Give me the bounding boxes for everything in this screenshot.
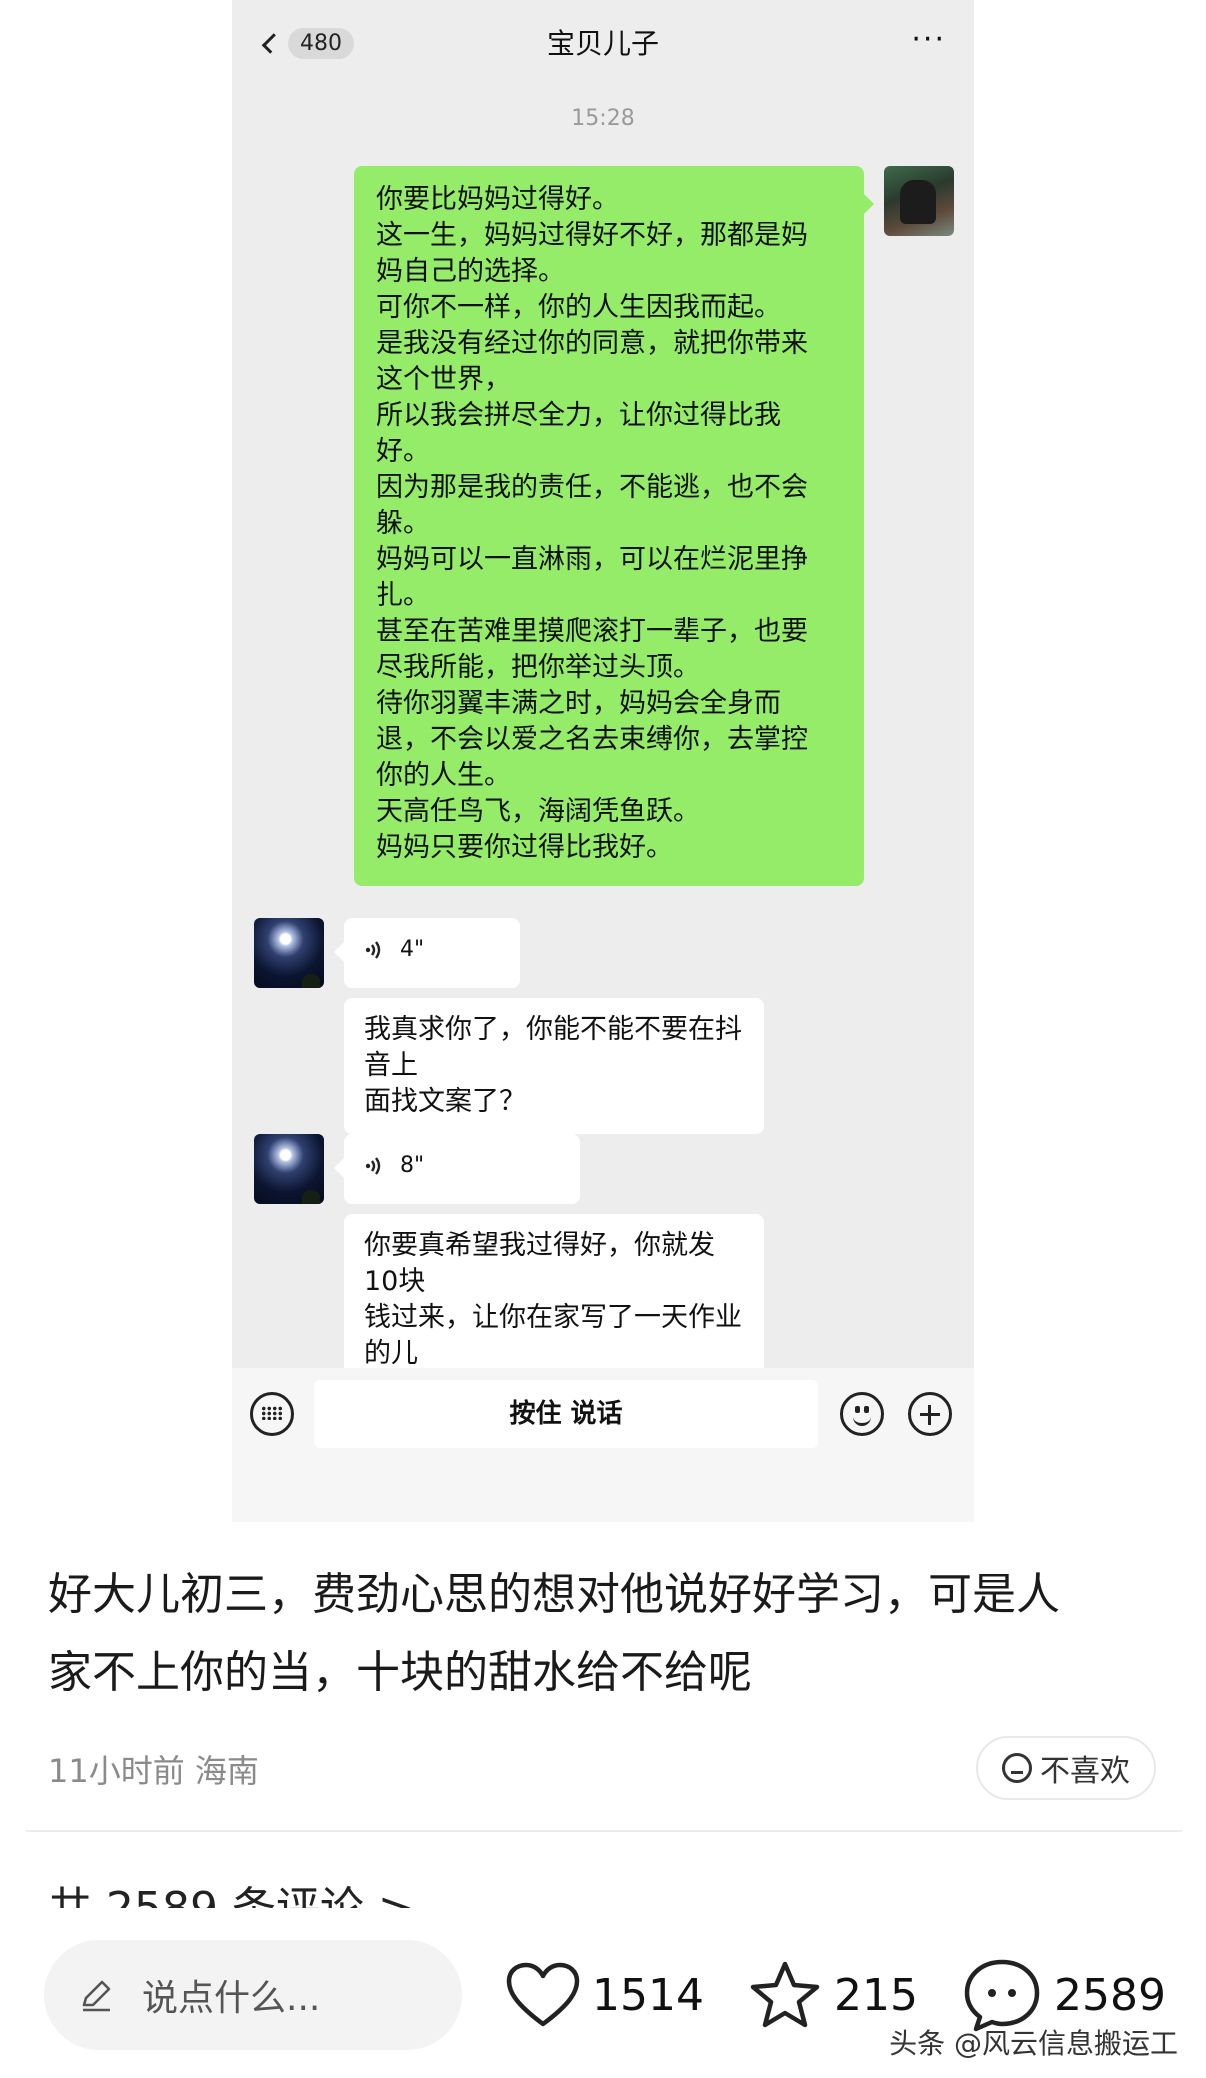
chat-header: 480 宝贝儿子 ··· (232, 0, 974, 82)
message-line: 天高任鸟飞，海阔凭鱼跃。 (376, 796, 700, 827)
comment-count: 2589 (1054, 1969, 1166, 2021)
message-line: 因为那是我的责任，不能逃，也不会 (376, 472, 808, 503)
voice-message-2[interactable]: 8" (334, 1134, 580, 1204)
comment-input[interactable]: 说点什么... (44, 1940, 462, 2050)
star-icon (750, 1961, 820, 2028)
hold-to-talk-button[interactable]: 按住 说话 (314, 1380, 818, 1448)
reply-bubble-1[interactable]: 我真求你了，你能不能不要在抖音上面找文案了？ (344, 998, 764, 1134)
voice-icon (365, 1157, 381, 1175)
voice-message-1[interactable]: 4" (334, 918, 520, 988)
message-line: 退，不会以爱之名去束缚你，去掌控 (376, 724, 808, 755)
mom-message-bubble[interactable]: 你要比妈妈过得好。这一生，妈妈过得好不好，那都是妈 妈自己的选择。可你不一样，你的… (354, 166, 874, 886)
chat-screenshot: 480 宝贝儿子 ··· 15:28 你要比妈妈过得好。这一生，妈妈过得好不好，… (232, 0, 974, 1522)
message-timestamp: 15:28 (571, 106, 635, 131)
keyboard-icon[interactable] (250, 1392, 294, 1436)
emoji-icon[interactable] (840, 1392, 884, 1436)
message-line: 我真求你了，你能不能不要在抖音上 (364, 1014, 742, 1081)
message-line: 面找文案了？ (364, 1086, 526, 1117)
heart-icon (506, 1962, 580, 2027)
pencil-icon (82, 1980, 111, 2012)
more-icon[interactable]: ··· (911, 22, 946, 57)
message-line: 这一生，妈妈过得好不好，那都是妈 (376, 220, 808, 251)
chat-input-bar: 按住 说话 (232, 1368, 974, 1522)
message-line: 是我没有经过你的同意，就把你带来 (376, 328, 808, 359)
message-line: 扎。 (376, 580, 430, 611)
message-line: 所以我会拼尽全力，让你过得比我 (376, 400, 781, 431)
message-line: 尽我所能，把你举过头顶。 (376, 652, 700, 683)
message-line: 你的人生。 (376, 760, 511, 791)
voice-duration: 8" (400, 1153, 425, 1178)
caption-line: 好大儿初三，费劲心思的想对他说好好学习，可是人 (48, 1569, 1060, 1620)
divider (26, 1830, 1182, 1832)
message-line: 妈自己的选择。 (376, 256, 565, 287)
dislike-button[interactable]: 不喜欢 (976, 1736, 1156, 1800)
message-line: 甚至在苦难里摸爬滚打一辈子，也要 (376, 616, 808, 647)
message-line: 妈妈可以一直淋雨，可以在烂泥里挣 (376, 544, 808, 575)
watermark: 头条 @风云信息搬运工 (889, 2027, 1178, 2060)
message-line: 妈妈只要你过得比我好。 (376, 832, 673, 863)
voice-duration: 4" (400, 937, 425, 962)
message-line: 钱过来，让你在家写了一天作业的儿 (364, 1302, 742, 1369)
message-line: 可你不一样，你的人生因我而起。 (376, 292, 781, 323)
dislike-label: 不喜欢 (1040, 1754, 1130, 1789)
dislike-face-icon (1002, 1753, 1032, 1783)
son-avatar[interactable] (254, 918, 324, 988)
chat-title: 宝贝儿子 (546, 27, 659, 60)
message-line: 待你羽翼丰满之时，妈妈会全身而 (376, 688, 781, 719)
message-line: 好。 (376, 436, 430, 467)
favorite-count: 215 (834, 1969, 918, 2021)
message-line: 你要真希望我过得好，你就发10块 (364, 1230, 715, 1297)
message-line: 这个世界， (376, 364, 511, 395)
message-line: 你要比妈妈过得好。 (376, 184, 619, 215)
voice-icon (365, 941, 381, 959)
post-meta: 11小时前 海南 (48, 1752, 259, 1790)
comments-heading[interactable]: 共 2589 条评论 > (48, 1880, 415, 1908)
post-caption: 好大儿初三，费劲心思的想对他说好好学习，可是人 家不上你的当，十块的甜水给不给呢 (48, 1556, 1168, 1712)
plus-icon[interactable] (908, 1392, 952, 1436)
like-count: 1514 (592, 1969, 704, 2021)
like-button[interactable]: 1514 (506, 1950, 704, 2040)
son-avatar[interactable] (254, 1134, 324, 1204)
my-avatar[interactable] (884, 166, 954, 236)
caption-line: 家不上你的当，十块的甜水给不给呢 (48, 1647, 752, 1698)
message-line: 躲。 (376, 508, 430, 539)
comment-placeholder: 说点什么... (142, 1978, 321, 2019)
